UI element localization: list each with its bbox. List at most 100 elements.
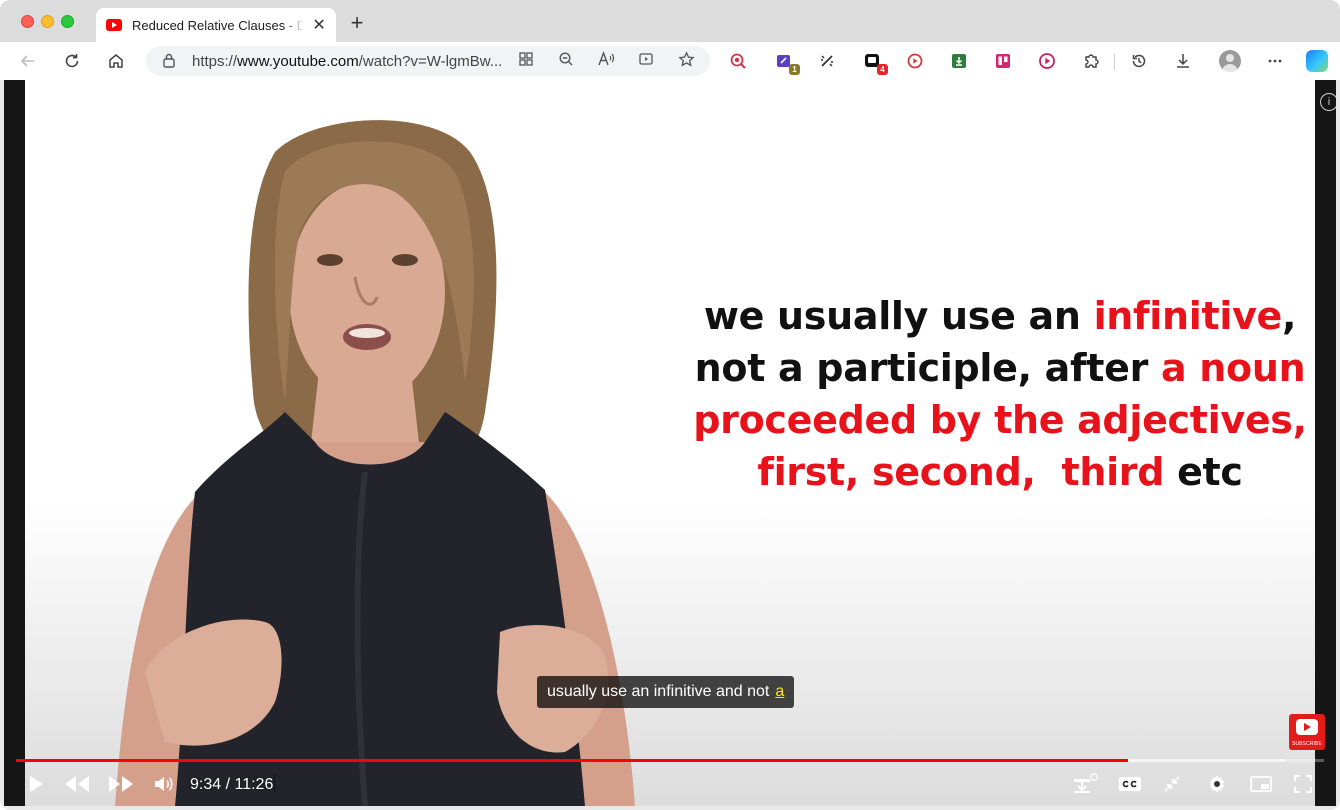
miniplayer-icon [1250,776,1272,792]
toolbar-separator [1114,54,1115,70]
video-info-button[interactable]: i [1320,93,1336,111]
home-button[interactable] [106,51,126,71]
tab-strip: Reduced Relative Clauses - Define ✕ + [0,0,1340,42]
lesson-line-1-black: we usually use an [703,294,1094,338]
lesson-line-4: first, second, third etc [665,446,1335,498]
ext-sparkle[interactable] [817,51,837,71]
fullscreen-icon [1294,775,1312,793]
current-time: 9:34 [190,776,222,793]
url-prefix: https:// [192,53,238,70]
ext-chat[interactable]: 4 [862,51,888,75]
browser-toolbar: https://www.youtube.com/watch?v=W-lgmBw.… [0,42,1340,80]
active-tab[interactable]: Reduced Relative Clauses - Define ✕ [96,8,336,42]
home-icon [109,54,123,68]
video-player[interactable]: we usually use an infinitive, not a part… [4,80,1336,806]
tab-title: Reduced Relative Clauses - Define [132,17,305,33]
stable-volume-icon [1074,773,1098,793]
more-dots-icon [1268,59,1282,63]
lesson-line-1-end: , [1282,294,1297,338]
lesson-line-3: proceeded by the adjectives, [665,394,1335,446]
url-path: /watch?v=W-lgmBw... [358,53,503,70]
fast-forward-button[interactable] [106,772,136,796]
caption-highlight: a [775,683,785,700]
trello-extension-icon [996,54,1010,68]
sparkle-extension-icon [821,55,833,67]
settings-button[interactable] [1205,772,1229,796]
read-aloud-icon[interactable] [596,51,616,71]
address-bar[interactable]: https://www.youtube.com/watch?v=W-lgmBw.… [146,46,710,76]
ext-trello[interactable] [993,51,1013,71]
lesson-line-3-red: proceeded by the adjectives, [693,398,1307,442]
copilot-icon[interactable] [1306,50,1328,72]
reload-button[interactable] [62,51,82,71]
lesson-line-2-red: a noun [1160,346,1306,390]
url-text[interactable]: https://www.youtube.com/watch?v=W-lgmBw.… [192,53,508,70]
youtube-icon [106,19,122,31]
lock-icon[interactable] [162,52,176,71]
autoplay-settings-button[interactable] [1070,772,1100,796]
play-icon [30,776,43,792]
gear-icon [1209,775,1225,793]
subscribe-watermark-button[interactable]: SUBSCRIBE [1289,714,1325,750]
history-button[interactable] [1129,51,1149,71]
ext-edit[interactable]: 1 [774,51,800,75]
url-host: www.youtube.com [237,53,359,70]
ext-download[interactable] [949,51,969,71]
lesson-line-4-black: etc [1164,450,1243,494]
window-minimize-button[interactable] [41,15,54,28]
history-icon [1132,54,1146,68]
miniplayer-collapse-button[interactable] [1160,772,1184,796]
play-button[interactable] [24,772,48,796]
window-maximize-button[interactable] [61,15,74,28]
back-arrow-icon [20,55,34,67]
ext-magnifier[interactable] [728,51,748,71]
magnifier-extension-icon [730,53,746,69]
ext-record[interactable] [905,51,925,71]
ext-play[interactable] [1037,51,1057,71]
tab-close-icon[interactable]: ✕ [312,15,326,35]
back-button[interactable] [18,51,38,71]
extension-badge: 4 [877,64,888,75]
browser-window: Reduced Relative Clauses - Define ✕ + ht… [0,0,1340,810]
lesson-line-4-red: first, second, third [757,450,1165,494]
caption-text: usually use an infinitive and not [547,683,770,700]
subscribe-label: SUBSCRIBE [1292,741,1322,747]
closed-captions-icon [1119,777,1141,791]
miniplayer-button[interactable] [1248,772,1274,796]
lesson-line-2-black: not a participle, after [694,346,1161,390]
subtitles-button[interactable] [1116,772,1144,796]
play-extension-icon [1039,53,1055,69]
progress-played [16,759,1128,762]
volume-button[interactable] [152,772,176,796]
time-display: 9:34 / 11:26 [190,774,276,795]
profile-avatar[interactable] [1219,50,1241,72]
favorite-star-icon[interactable] [676,51,696,71]
fullscreen-button[interactable] [1291,772,1315,796]
app-available-icon[interactable] [516,51,536,71]
lesson-text: we usually use an infinitive, not a part… [665,290,1335,498]
immersive-reader-icon[interactable] [636,51,656,71]
rewind-icon [65,776,89,792]
new-tab-button[interactable]: + [346,12,368,34]
download-extension-icon [952,54,966,68]
record-extension-icon [907,53,923,69]
progress-bar[interactable] [16,759,1324,762]
extensions-button[interactable] [1081,51,1101,71]
window-close-button[interactable] [21,15,34,28]
more-menu-button[interactable] [1265,51,1285,71]
lesson-line-1-red: infinitive [1093,294,1283,338]
collapse-arrows-icon [1164,776,1180,792]
youtube-play-icon [1296,719,1318,735]
zoom-out-icon[interactable] [556,51,576,71]
text-cursor [274,774,276,792]
download-icon [1177,54,1189,68]
volume-icon [155,777,173,791]
fast-forward-icon [109,776,133,792]
extension-badge: 1 [789,64,800,75]
closed-caption: usually use an infinitive and not a [537,676,795,708]
puzzle-icon [1085,54,1099,68]
downloads-button[interactable] [1173,51,1193,71]
lesson-line-2: not a participle, after a noun [665,342,1335,394]
reload-icon [65,54,79,68]
rewind-button[interactable] [62,772,92,796]
